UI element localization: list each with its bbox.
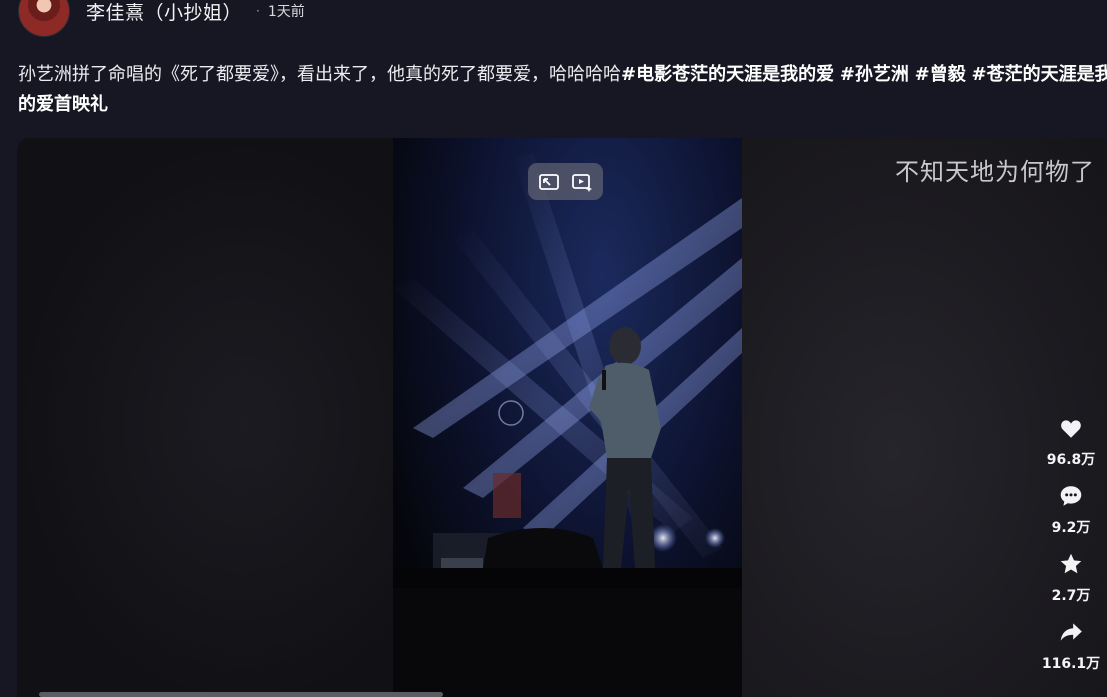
action-rail: 96.8万 9.2万 2.7万 116.1万 bbox=[1040, 415, 1102, 687]
caption-text: 孙艺洲拼了命唱的《死了都要爱》，看出来了，他真的死了都要爱，哈哈哈哈 bbox=[18, 64, 621, 85]
video-frame[interactable] bbox=[393, 138, 742, 697]
hashtag-link[interactable]: #电影苍茫的天涯是我的爱 bbox=[621, 64, 834, 85]
favorite-button[interactable]: 2.7万 bbox=[1040, 551, 1102, 605]
video-overlay-text: 不知天地为何物了 bbox=[895, 158, 1095, 186]
separator-dot: · bbox=[256, 4, 260, 18]
video-controls-chip bbox=[528, 163, 603, 200]
video-post-page: 李佳熹（小抄姐） · 1天前 孙艺洲拼了命唱的《死了都要爱》，看出来了，他真的死… bbox=[0, 0, 1107, 697]
hashtag-link[interactable]: #孙艺洲 bbox=[840, 64, 909, 85]
like-count: 96.8万 bbox=[1046, 452, 1096, 468]
author-name[interactable]: 李佳熹（小抄姐） bbox=[86, 0, 242, 25]
comment-count: 9.2万 bbox=[1051, 520, 1091, 536]
pip-icon[interactable] bbox=[536, 169, 562, 195]
heart-icon bbox=[1061, 420, 1081, 438]
share-icon bbox=[1060, 623, 1082, 641]
share-count: 116.1万 bbox=[1041, 656, 1101, 672]
hashtag-link[interactable]: #曾毅 bbox=[915, 64, 966, 85]
post-time: 1天前 bbox=[267, 4, 305, 20]
post-header: 李佳熹（小抄姐） · 1天前 bbox=[18, 0, 305, 37]
comment-icon bbox=[1060, 486, 1082, 506]
video-player[interactable]: 不知天地为何物了 bbox=[17, 138, 1107, 697]
favorite-count: 2.7万 bbox=[1051, 588, 1091, 604]
avatar[interactable] bbox=[18, 0, 70, 37]
comment-button[interactable]: 9.2万 bbox=[1040, 483, 1102, 537]
video-progress-bar[interactable] bbox=[39, 692, 443, 697]
ai-play-icon[interactable] bbox=[569, 169, 595, 195]
share-button[interactable]: 116.1万 bbox=[1040, 619, 1102, 673]
post-caption: 孙艺洲拼了命唱的《死了都要爱》，看出来了，他真的死了都要爱，哈哈哈哈#电影苍茫的… bbox=[18, 60, 1107, 120]
star-icon bbox=[1060, 553, 1082, 574]
video-blur-left bbox=[17, 138, 393, 697]
like-button[interactable]: 96.8万 bbox=[1040, 415, 1102, 469]
concert-scene-image bbox=[393, 153, 742, 697]
